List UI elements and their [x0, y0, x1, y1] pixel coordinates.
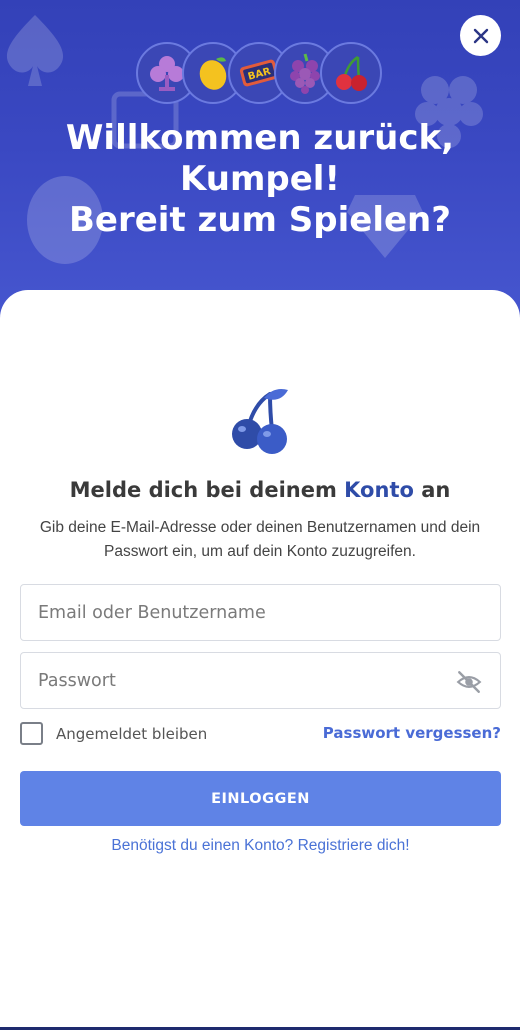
register-link[interactable]: Benötigst du einen Konto? Registriere di…: [20, 837, 501, 855]
login-description: Gib deine E-Mail-Adresse oder deinen Ben…: [39, 519, 481, 560]
cherry-logo-icon: [232, 389, 288, 454]
remember-label: Angemeldet bleiben: [56, 724, 208, 743]
spade-bg-icon: [6, 15, 64, 86]
welcome-line-1: Willkommen zurück,: [65, 118, 455, 158]
password-field-wrapper: [20, 652, 501, 709]
remember-me[interactable]: Angemeldet bleiben: [20, 722, 207, 745]
login-card: Melde dich bei deinem Konto an Gib deine…: [0, 290, 520, 1030]
username-input[interactable]: [21, 585, 500, 640]
password-input[interactable]: [21, 653, 500, 708]
close-button[interactable]: [460, 15, 501, 56]
login-title-suffix: an: [421, 478, 451, 502]
login-title-accent: Konto: [344, 478, 414, 502]
login-button[interactable]: EINLOGGEN: [20, 771, 501, 826]
welcome-line-2: Kumpel!: [180, 159, 340, 199]
login-title-prefix: Melde dich bei deinem: [69, 478, 337, 502]
header-banner: BAR Willkommen zurück, Kumpel! Bereit zu…: [0, 0, 520, 320]
slot-symbols-row: BAR: [136, 42, 386, 106]
login-title: Melde dich bei deinem Konto an: [20, 478, 500, 502]
username-field-wrapper: [20, 584, 501, 641]
close-icon: [473, 28, 488, 43]
forgot-password-link[interactable]: Passwort vergessen?: [323, 724, 501, 742]
eye-off-icon[interactable]: [456, 669, 482, 695]
remember-checkbox[interactable]: [20, 722, 43, 745]
welcome-line-3: Bereit zum Spielen?: [69, 200, 451, 240]
cherry-icon: [320, 42, 382, 104]
welcome-heading: Willkommen zurück, Kumpel! Bereit zum Sp…: [40, 118, 480, 241]
